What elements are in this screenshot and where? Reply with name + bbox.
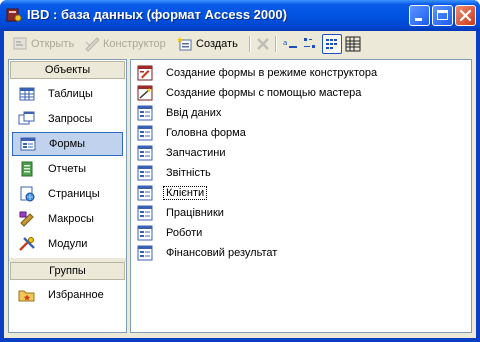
list-item-label: Создание формы с помощью мастера [166,87,362,99]
list-item[interactable]: Фінансовий результат [137,245,279,261]
sidebar-item-label: Страницы [48,188,100,200]
sidebar-item-label: Избранное [48,289,104,301]
minimize-button[interactable] [409,5,430,26]
form-icon [137,105,153,121]
svg-text:a: a [283,39,287,47]
list-view-button[interactable] [322,34,342,54]
toolbar-separator [275,36,277,52]
list-item-label: Фінансовий результат [166,247,278,259]
list-item-label: Роботи [166,227,203,239]
minimize-icon [415,18,422,21]
list-item[interactable]: Запчастини [137,145,227,161]
list-item[interactable]: Создание формы с помощью мастера [137,85,363,101]
list-item-label: Звітність [166,167,211,179]
design-icon [85,37,100,52]
open-button[interactable]: Открыть [12,34,74,54]
module-icon [19,237,35,251]
new-object-icon [177,37,192,51]
large-icons-view-button[interactable]: a [280,34,300,54]
sidebar-item-label: Запросы [48,113,93,125]
design-button[interactable]: Конструктор [84,34,166,54]
query-icon [18,111,35,125]
sidebar-item-label: Макросы [48,213,94,225]
large-icons-icon: a [283,39,297,48]
list-item-label: Ввід даних [166,107,222,119]
database-key-icon [6,8,22,22]
open-form-icon [13,37,27,50]
objects-header[interactable]: Объекты [10,61,125,79]
list-item[interactable]: Роботи [137,225,204,241]
delete-icon [257,38,269,50]
delete-button[interactable] [255,34,271,54]
favorites-icon [18,290,35,302]
list-item[interactable]: Працівники [137,205,226,221]
groups-header[interactable]: Группы [10,262,125,280]
sidebar-item-label: Модули [48,238,88,250]
form-icon [137,245,153,261]
list-item[interactable]: Звітність [137,165,213,181]
form-icon [137,225,153,241]
sidebar-item-label: Формы [49,138,86,150]
list-item[interactable]: Ввід даних [137,105,223,121]
form-icon [137,205,153,221]
details-view-button[interactable] [343,34,363,54]
wizard-shortcut-icon [137,85,153,101]
design-shortcut-icon [137,65,153,81]
small-icons-view-button[interactable] [301,34,321,54]
sidebar-item-label: Отчеты [48,163,87,175]
open-label: Открыть [31,38,75,50]
list-item[interactable]: Клієнти [137,185,208,201]
macro-icon [19,211,34,227]
form-icon [137,185,153,201]
form-icon [20,137,36,151]
client-area: Открыть Конструктор Создать a Объекты Та… [4,31,476,338]
close-icon [459,9,472,22]
list-item-label: Головна форма [166,127,246,139]
sidebar-item-tables[interactable]: Таблицы [12,82,123,106]
report-icon [21,161,33,177]
list-item-label: Создание формы в режиме конструктора [166,67,378,79]
window-title: IBD : база данных (формат Access 2000) [27,7,287,22]
list-item-label: Працівники [166,207,224,219]
objects-bar: Объекты Таблицы Запросы Формы Отчеты Стр… [8,59,127,333]
title-bar[interactable]: IBD : база данных (формат Access 2000) [0,0,480,31]
page-icon [20,186,35,202]
sidebar-item-pages[interactable]: Страницы [12,182,123,206]
design-label: Конструктор [103,38,166,50]
toolbar: Открыть Конструктор Создать a [4,31,476,56]
form-icon [137,165,153,181]
list-item[interactable]: Создание формы в режиме конструктора [137,65,379,81]
list-item[interactable]: Головна форма [137,125,248,141]
form-icon [137,125,153,141]
list-item-label: Запчастини [166,147,226,159]
small-icons-icon [304,38,315,48]
sidebar-item-reports[interactable]: Отчеты [12,157,123,181]
create-label: Создать [196,38,238,50]
list-item-label: Клієнти [162,186,208,200]
form-icon [137,145,153,161]
toolbar-separator [249,36,251,52]
sidebar-item-queries[interactable]: Запросы [12,107,123,131]
list-view-icon [326,39,337,49]
sidebar-item-modules[interactable]: Модули [12,232,123,256]
details-view-icon [345,36,361,52]
sidebar-item-label: Таблицы [48,88,93,100]
table-icon [19,87,35,101]
object-list: Создание формы в режиме конструктора Соз… [130,59,472,333]
sidebar-item-macros[interactable]: Макросы [12,207,123,231]
maximize-button[interactable] [432,5,453,26]
sidebar-item-favorites[interactable]: Избранное [12,283,123,307]
database-window: IBD : база данных (формат Access 2000) О… [0,0,480,342]
maximize-icon [437,10,448,20]
create-button[interactable]: Создать [177,34,238,54]
sidebar-item-forms[interactable]: Формы [12,132,123,156]
close-button[interactable] [455,5,476,26]
